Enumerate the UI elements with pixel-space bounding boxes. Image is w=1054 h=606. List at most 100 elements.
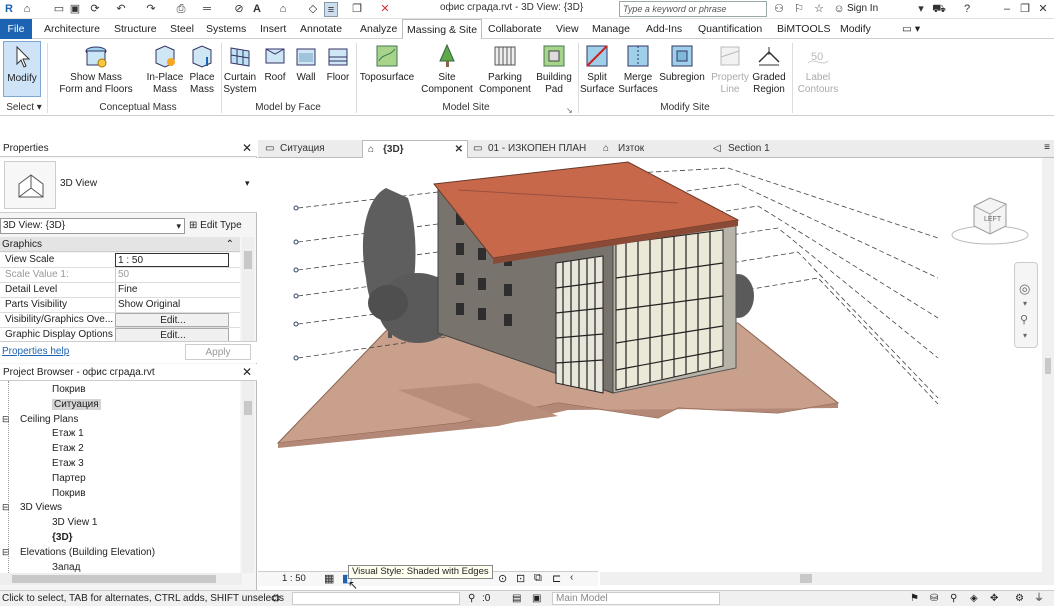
chevron-down-icon[interactable]: ▾: [1023, 299, 1027, 308]
tab-modify[interactable]: Modify: [836, 19, 875, 39]
tree-item[interactable]: Запад: [52, 560, 80, 573]
type-selector[interactable]: 3D View ▾: [0, 158, 257, 213]
text-icon[interactable]: A: [250, 2, 264, 17]
wall-by-face-button[interactable]: Wall: [292, 41, 320, 84]
chevron-down-icon[interactable]: ▾: [1023, 331, 1027, 340]
tree-item[interactable]: 3D View 1: [52, 515, 97, 530]
underlay-icon[interactable]: ⛁: [930, 591, 938, 606]
switch-windows-icon[interactable]: ❐: [350, 2, 364, 17]
tab-insert[interactable]: Insert: [256, 19, 290, 39]
tab-add-ins[interactable]: Add-Ins: [642, 19, 686, 39]
measure-icon[interactable]: ═: [200, 2, 214, 17]
close-icon[interactable]: ✕: [242, 364, 252, 381]
subregion-button[interactable]: Subregion: [659, 41, 705, 84]
temp-hide-icon[interactable]: ⊙: [498, 572, 507, 585]
link-icon[interactable]: ⚑: [910, 591, 919, 606]
property-value[interactable]: Fine: [115, 283, 229, 297]
design-option-icon[interactable]: ▣: [532, 591, 541, 606]
tab-massing-site[interactable]: Massing & Site: [402, 19, 483, 40]
edit-type-button[interactable]: ⊞ Edit Type: [189, 218, 254, 234]
contextual-dropdown-icon[interactable]: ▭ ▾: [898, 19, 924, 39]
section-icon[interactable]: ◇: [306, 2, 320, 17]
crop-view-icon[interactable]: ⧉: [534, 572, 542, 585]
curtain-system-button[interactable]: Curtain System: [222, 41, 258, 96]
view-scale-button[interactable]: 1 : 50: [282, 573, 306, 584]
view-tab[interactable]: ⌂ {3D} ✕: [362, 140, 468, 158]
redo-icon[interactable]: ↷: [144, 2, 158, 17]
chevron-left-icon[interactable]: ‹: [570, 572, 573, 583]
tree-item[interactable]: Етаж 1: [52, 426, 84, 441]
tab-quantification[interactable]: Quantification: [694, 19, 766, 39]
thin-lines-icon[interactable]: ≡: [324, 2, 338, 17]
show-crop-icon[interactable]: ⊏: [552, 572, 561, 585]
site-component-button[interactable]: Site Component: [418, 41, 476, 96]
tabs-menu-icon[interactable]: ≡: [1044, 142, 1050, 153]
select-group-label[interactable]: Select ▾: [4, 102, 44, 113]
sync-icon[interactable]: ⟳: [88, 2, 102, 17]
save-icon[interactable]: ▣: [68, 2, 82, 17]
editable-only-icon[interactable]: ⚲: [468, 591, 475, 606]
binoculars-icon[interactable]: ⚇: [772, 2, 786, 17]
property-value[interactable]: Edit...: [115, 328, 229, 342]
tab-systems[interactable]: Systems: [202, 19, 250, 39]
close-hidden-icon[interactable]: ✕: [378, 2, 392, 17]
tree-item[interactable]: ⊟ Ceiling Plans: [2, 412, 78, 427]
tree-item[interactable]: Етаж 3: [52, 456, 84, 471]
tab-architecture[interactable]: Architecture: [40, 19, 104, 39]
pinned-icon[interactable]: ⚲: [950, 591, 957, 606]
graphics-section-header[interactable]: Graphics ⌃: [0, 237, 240, 252]
worksets-icon[interactable]: ⛭: [272, 591, 280, 606]
tree-item[interactable]: ⊟ 3D Views: [2, 500, 62, 515]
tree-item[interactable]: Етаж 2: [52, 441, 84, 456]
floor-by-face-button[interactable]: Floor: [323, 41, 353, 84]
steering-wheel-icon[interactable]: ◎: [1019, 281, 1030, 297]
tab-bimtools[interactable]: BiMTOOLS: [773, 19, 834, 39]
dropdown-icon[interactable]: ▾: [914, 2, 928, 17]
split-surface-button[interactable]: Split Surface: [580, 41, 614, 96]
canvas-vscrollbar[interactable]: [1042, 158, 1054, 585]
restore-icon[interactable]: ❐: [1018, 2, 1032, 17]
zoom-icon[interactable]: ⚲: [1020, 313, 1028, 326]
3d-view-icon[interactable]: ⌂: [276, 2, 290, 17]
drag-icon[interactable]: ✥: [990, 591, 998, 606]
tree-item[interactable]: Партер: [52, 471, 86, 486]
property-value[interactable]: 1 : 50: [115, 253, 229, 267]
face-select-icon[interactable]: ◈: [970, 591, 978, 606]
graded-region-button[interactable]: Graded Region: [750, 41, 788, 96]
help-icon[interactable]: ?: [960, 2, 974, 17]
design-option-dropdown[interactable]: Main Model: [552, 592, 720, 605]
tab-annotate[interactable]: Annotate: [296, 19, 346, 39]
dimension-icon[interactable]: ⊘: [232, 2, 246, 17]
apply-button[interactable]: Apply: [185, 344, 251, 360]
undo-icon[interactable]: ↶: [114, 2, 128, 17]
tab-analyze[interactable]: Analyze: [356, 19, 401, 39]
reveal-hidden-icon[interactable]: ⊡: [516, 572, 525, 585]
print-icon[interactable]: ⎙: [174, 2, 188, 17]
view-tab[interactable]: ▭ 01 - ИЗКОПЕН ПЛАН: [468, 140, 596, 158]
label-contours-button[interactable]: 50 Label Contours: [796, 41, 840, 96]
place-mass-button[interactable]: Place Mass: [186, 41, 218, 96]
tab-structure[interactable]: Structure: [110, 19, 161, 39]
user-icon[interactable]: ☺: [832, 2, 846, 17]
show-mass-button[interactable]: Show Mass Form and Floors: [58, 41, 134, 96]
open-icon[interactable]: ▭: [52, 2, 66, 17]
tree-item[interactable]: Ситуация: [52, 397, 101, 412]
filter-icon[interactable]: ⏚: [1034, 591, 1044, 606]
3d-view-canvas[interactable]: LEFT ◎ ▾ ⚲ ▾: [258, 158, 1042, 571]
design-options-icon[interactable]: ▤: [512, 591, 521, 606]
building-pad-button[interactable]: Building Pad: [534, 41, 574, 96]
tab-file[interactable]: File: [0, 19, 32, 39]
sign-in-button[interactable]: Sign In: [847, 3, 878, 14]
tree-item[interactable]: Покрив: [52, 382, 86, 397]
subscription-icon[interactable]: ⚐: [792, 2, 806, 17]
tree-item[interactable]: Покрив: [52, 486, 86, 501]
close-icon[interactable]: ✕: [242, 140, 252, 157]
open-folder-icon[interactable]: ⌂: [20, 2, 34, 17]
tree-item[interactable]: {3D}: [52, 530, 73, 545]
parking-component-button[interactable]: Parking Component: [476, 41, 534, 96]
merge-surfaces-button[interactable]: Merge Surfaces: [618, 41, 658, 96]
browser-scrollbar[interactable]: [242, 381, 254, 573]
close-tab-icon[interactable]: ✕: [455, 141, 463, 159]
browser-hscrollbar[interactable]: [0, 573, 242, 585]
favorites-icon[interactable]: ☆: [812, 2, 826, 17]
